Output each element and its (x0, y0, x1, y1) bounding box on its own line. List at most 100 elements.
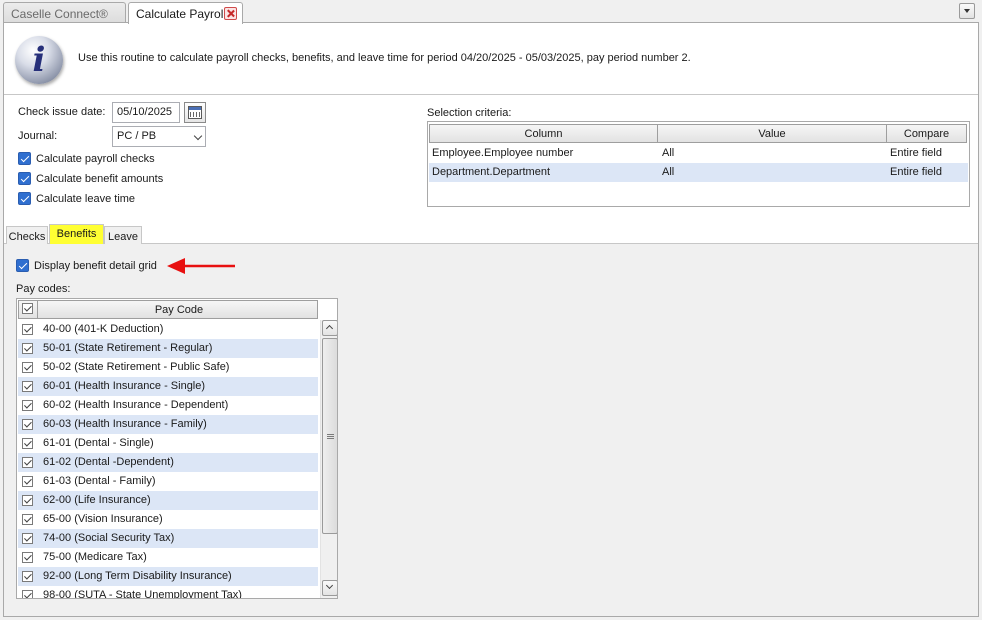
pay-code-checkbox[interactable] (22, 362, 33, 373)
criteria-column-cell: Employee.Employee number (432, 147, 574, 159)
pay-code-row[interactable]: 92-00 (Long Term Disability Insurance) (18, 567, 318, 586)
pay-code-row[interactable]: 40-00 (401-K Deduction) (18, 320, 318, 339)
grip-icon (327, 434, 334, 440)
pay-code-checkbox[interactable] (22, 343, 33, 354)
column-header[interactable]: Column (429, 124, 658, 143)
pay-code-label: 50-01 (State Retirement - Regular) (43, 342, 213, 354)
journal-label: Journal: (18, 130, 58, 142)
value-header[interactable]: Value (657, 124, 887, 143)
tab-calculate-payroll[interactable]: Calculate Payroll (128, 2, 243, 24)
pay-code-label: 40-00 (401-K Deduction) (43, 323, 164, 335)
pay-code-checkbox[interactable] (22, 590, 33, 598)
pay-code-label: 65-00 (Vision Insurance) (43, 513, 163, 525)
pay-code-label: 61-02 (Dental -Dependent) (43, 456, 174, 468)
info-message: Use this routine to calculate payroll ch… (78, 52, 691, 64)
tab-benefits[interactable]: Benefits (49, 224, 104, 244)
pay-code-label: 74-00 (Social Security Tax) (43, 532, 175, 544)
pay-code-header-row: Pay Code (18, 300, 318, 319)
scroll-down-button[interactable] (322, 580, 337, 596)
scroll-up-button[interactable] (322, 320, 337, 336)
pay-code-checkbox[interactable] (22, 476, 33, 487)
selection-criteria-label: Selection criteria: (427, 107, 512, 119)
calc-leave-time-label: Calculate leave time (36, 193, 136, 205)
date-picker-button[interactable] (184, 102, 206, 123)
journal-value: PC / PB (117, 130, 157, 142)
journal-select[interactable]: PC / PB (112, 126, 206, 147)
pay-code-row[interactable]: 98-00 (SUTA - State Unemployment Tax) (18, 586, 318, 599)
pay-code-checkbox[interactable] (22, 419, 33, 430)
info-icon: i (15, 36, 63, 84)
pay-codes-label: Pay codes: (16, 283, 71, 295)
pay-code-label: 62-00 (Life Insurance) (43, 494, 151, 506)
chevron-down-icon (325, 581, 334, 590)
pay-code-row[interactable]: 61-02 (Dental -Dependent) (18, 453, 318, 472)
display-benefit-detail-label: Display benefit detail grid (34, 260, 157, 272)
select-all-checkbox[interactable] (22, 303, 33, 314)
criteria-compare-cell: Entire field (890, 147, 942, 159)
pay-codes-grid[interactable]: Pay Code 40-00 (401-K Deduction) 50-01 (S… (16, 298, 338, 599)
pay-code-label: 50-02 (State Retirement - Public Safe) (43, 361, 230, 373)
pay-code-checkbox[interactable] (22, 381, 33, 392)
criteria-row[interactable]: Department.Department All Entire field (429, 163, 968, 182)
pay-code-label: 98-00 (SUTA - State Unemployment Tax) (43, 589, 242, 599)
tab-list-dropdown-button[interactable] (959, 3, 975, 19)
pay-code-row[interactable]: 60-03 (Health Insurance - Family) (18, 415, 318, 434)
tab-caselle-connect-label: Caselle Connect® (11, 7, 108, 21)
criteria-column-cell: Department.Department (432, 166, 550, 178)
pay-code-row[interactable]: 61-01 (Dental - Single) (18, 434, 318, 453)
check-issue-date-label: Check issue date: (18, 106, 106, 118)
tab-leave[interactable]: Leave (104, 226, 142, 244)
info-banner: i Use this routine to calculate payroll … (4, 23, 978, 95)
pay-code-checkbox[interactable] (22, 514, 33, 525)
pay-code-label: 60-03 (Health Insurance - Family) (43, 418, 207, 430)
display-benefit-detail-checkbox[interactable] (16, 259, 29, 272)
pay-code-row[interactable]: 60-01 (Health Insurance - Single) (18, 377, 318, 396)
calendar-icon (188, 106, 202, 119)
pay-code-row[interactable]: 50-02 (State Retirement - Public Safe) (18, 358, 318, 377)
pay-code-checkbox[interactable] (22, 552, 33, 563)
pay-code-checkbox[interactable] (22, 533, 33, 544)
pay-code-row[interactable]: 61-03 (Dental - Family) (18, 472, 318, 491)
calc-benefit-amounts-label: Calculate benefit amounts (36, 173, 164, 185)
red-arrow-annotation (167, 258, 235, 274)
pay-code-label: 61-03 (Dental - Family) (43, 475, 156, 487)
pay-code-row[interactable]: 50-01 (State Retirement - Regular) (18, 339, 318, 358)
criteria-value-cell: All (662, 166, 675, 178)
vertical-scrollbar[interactable] (320, 320, 337, 598)
close-tab-icon[interactable] (224, 7, 237, 20)
pay-code-label: 61-01 (Dental - Single) (43, 437, 154, 449)
tab-checks[interactable]: Checks (6, 226, 48, 244)
calc-payroll-checks-label: Calculate payroll checks (36, 153, 155, 165)
compare-header[interactable]: Compare (886, 124, 967, 143)
pay-code-label: 92-00 (Long Term Disability Insurance) (43, 570, 232, 582)
pay-code-header[interactable]: Pay Code (39, 304, 319, 316)
chevron-down-icon (193, 131, 203, 141)
pay-code-checkbox[interactable] (22, 438, 33, 449)
pay-code-checkbox[interactable] (22, 400, 33, 411)
calc-payroll-checks-checkbox[interactable] (18, 152, 31, 165)
calc-leave-time-checkbox[interactable] (18, 192, 31, 205)
pay-code-checkbox[interactable] (22, 495, 33, 506)
tab-caselle-connect[interactable]: Caselle Connect® (3, 2, 126, 23)
pay-code-row[interactable]: 75-00 (Medicare Tax) (18, 548, 318, 567)
pay-code-row[interactable]: 60-02 (Health Insurance - Dependent) (18, 396, 318, 415)
pay-code-checkbox[interactable] (22, 324, 33, 335)
pay-code-row[interactable]: 62-00 (Life Insurance) (18, 491, 318, 510)
selection-criteria-grid[interactable]: Column Value Compare Employee.Employee n… (427, 121, 970, 207)
scrollbar-thumb[interactable] (322, 338, 337, 534)
pay-code-checkbox[interactable] (22, 571, 33, 582)
calc-benefit-amounts-checkbox[interactable] (18, 172, 31, 185)
pay-code-checkbox[interactable] (22, 457, 33, 468)
pay-code-label: 60-01 (Health Insurance - Single) (43, 380, 206, 392)
tab-calculate-payroll-label: Calculate Payroll (136, 7, 227, 21)
pay-code-row[interactable]: 74-00 (Social Security Tax) (18, 529, 318, 548)
check-issue-date-input[interactable]: 05/10/2025 (112, 102, 180, 123)
pay-code-label: 75-00 (Medicare Tax) (43, 551, 147, 563)
calculate-payroll-panel: i Use this routine to calculate payroll … (3, 22, 979, 617)
criteria-compare-cell: Entire field (890, 166, 942, 178)
criteria-row[interactable]: Employee.Employee number All Entire fiel… (429, 144, 968, 163)
pay-code-row[interactable]: 65-00 (Vision Insurance) (18, 510, 318, 529)
chevron-up-icon (325, 324, 334, 333)
criteria-value-cell: All (662, 147, 675, 159)
pay-code-label: 60-02 (Health Insurance - Dependent) (43, 399, 229, 411)
